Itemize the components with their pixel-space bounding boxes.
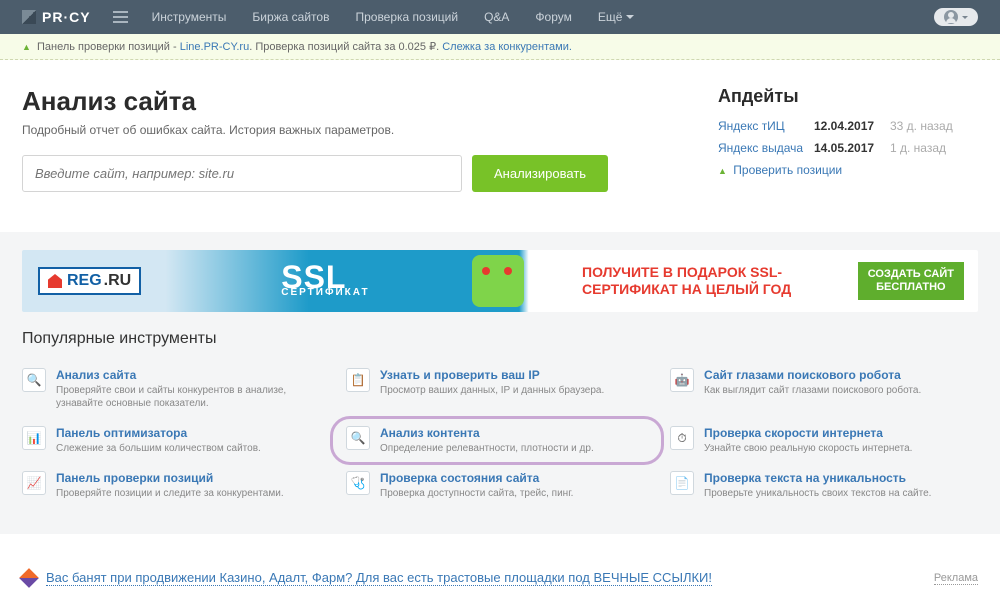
page-subtitle: Подробный отчет об ошибках сайта. Истори… — [22, 123, 678, 137]
tool-desc: Проверяйте позиции и следите за конкурен… — [56, 487, 284, 500]
tool-icon: 📊 — [22, 426, 46, 450]
reg-logo: REG.RU — [38, 267, 141, 295]
update-ago: 33 д. назад — [890, 119, 953, 133]
ssl-text: SSLСЕРТИФИКАТ — [281, 266, 369, 295]
nav-more[interactable]: Ещё — [598, 10, 635, 24]
tool-icon: 📋 — [346, 368, 370, 392]
update-row: Яндекс выдача 14.05.2017 1 д. назад — [718, 141, 978, 155]
tool-icon: 🔍 — [346, 426, 370, 450]
site-input[interactable] — [22, 155, 462, 192]
update-date: 14.05.2017 — [814, 141, 890, 155]
ad-label: Реклама — [934, 572, 978, 585]
tool-desc: Просмотр ваших данных, IP и данных брауз… — [380, 384, 604, 397]
tool-item[interactable]: 📄 Проверка текста на уникальность Проверьт… — [670, 467, 978, 504]
robot-icon — [472, 255, 524, 307]
logo-icon — [22, 10, 36, 24]
tool-desc: Проверка доступности сайта, трейс, пинг. — [380, 487, 573, 500]
tool-item[interactable]: 🩺 Проверка состояния сайта Проверка доступ… — [346, 467, 654, 504]
promo-bar: ▲ Панель проверки позиций - Line.PR-CY.r… — [0, 34, 1000, 60]
tool-icon: 📈 — [22, 471, 46, 495]
ad-icon — [19, 568, 39, 588]
update-ago: 1 д. назад — [890, 141, 946, 155]
tool-icon: 🤖 — [670, 368, 694, 392]
popular-title: Популярные инструменты — [22, 330, 978, 348]
update-name[interactable]: Яндекс выдача — [718, 141, 814, 155]
tool-icon: ⏱ — [670, 426, 694, 450]
tool-desc: Слежение за большим количеством сайтов. — [56, 442, 261, 455]
chevron-down-icon — [626, 15, 634, 19]
tool-desc: Определение релевантности, плотности и д… — [380, 442, 594, 455]
tool-icon: 📄 — [670, 471, 694, 495]
navbar: PR·CY Инструменты Биржа сайтов Проверка … — [0, 0, 1000, 34]
bottom-ad: Вас банят при продвижении Казино, Адалт,… — [22, 570, 978, 586]
tool-title: Панель проверки позиций — [56, 471, 284, 485]
tool-title: Панель оптимизатора — [56, 426, 261, 440]
tool-item[interactable]: 🤖 Сайт глазами поискового робота Как выгля… — [670, 364, 978, 414]
promo-link2[interactable]: Слежка за конкурентами. — [442, 41, 572, 53]
logo[interactable]: PR·CY — [22, 9, 91, 25]
tool-item[interactable]: ⏱ Проверка скорости интернета Узнайте свою… — [670, 422, 978, 459]
tool-item[interactable]: 🔍 Анализ сайта Проверяйте свои и сайты кон… — [22, 364, 330, 414]
menu-icon[interactable] — [113, 11, 128, 23]
tool-item[interactable]: 📋 Узнать и проверить ваш IP Просмотр ваших… — [346, 364, 654, 414]
nav-instruments[interactable]: Инструменты — [152, 10, 227, 24]
create-site-button[interactable]: СОЗДАТЬ САЙТБЕСПЛАТНО — [858, 262, 964, 300]
tool-desc: Как выглядит сайт глазами поискового роб… — [704, 384, 921, 397]
tool-title: Сайт глазами поискового робота — [704, 368, 921, 382]
tool-desc: Проверяйте свои и сайты конкурентов в ан… — [56, 384, 330, 410]
tool-desc: Узнайте свою реальную скорость интернета… — [704, 442, 912, 455]
page-title: Анализ сайта — [22, 86, 678, 117]
tool-desc: Проверьте уникальность своих текстов на … — [704, 487, 931, 500]
tool-item[interactable]: 📊 Панель оптимизатора Слежение за большим … — [22, 422, 330, 459]
user-menu[interactable] — [934, 8, 978, 26]
updates-title: Апдейты — [718, 86, 978, 107]
nav-positions[interactable]: Проверка позиций — [355, 10, 458, 24]
tool-icon: 🔍 — [22, 368, 46, 392]
tool-item[interactable]: 🔍 Анализ контента Определение релевантност… — [346, 422, 654, 459]
tool-title: Проверка скорости интернета — [704, 426, 912, 440]
promo-link[interactable]: Line.PR-CY.ru — [180, 41, 250, 53]
tool-title: Узнать и проверить ваш IP — [380, 368, 604, 382]
tool-title: Анализ сайта — [56, 368, 330, 382]
tool-title: Проверка состояния сайта — [380, 471, 573, 485]
check-positions-link[interactable]: ▲ Проверить позиции — [718, 163, 978, 177]
popular-section: REG.RU SSLСЕРТИФИКАТ ПОЛУЧИТЕ В ПОДАРОК … — [0, 232, 1000, 534]
nav-forum[interactable]: Форум — [535, 10, 571, 24]
tool-title: Анализ контента — [380, 426, 594, 440]
user-icon — [944, 10, 958, 24]
update-row: Яндекс тИЦ 12.04.2017 33 д. назад — [718, 119, 978, 133]
nav-qa[interactable]: Q&A — [484, 10, 509, 24]
update-name[interactable]: Яндекс тИЦ — [718, 119, 814, 133]
banner-text: ПОЛУЧИТЕ В ПОДАРОК SSL-СЕРТИФИКАТ НА ЦЕЛ… — [582, 264, 791, 298]
chevron-down-icon — [962, 16, 968, 19]
ad-banner[interactable]: REG.RU SSLСЕРТИФИКАТ ПОЛУЧИТЕ В ПОДАРОК … — [22, 250, 978, 312]
tool-title: Проверка текста на уникальность — [704, 471, 931, 485]
analyze-button[interactable]: Анализировать — [472, 155, 608, 192]
triangle-icon: ▲ — [22, 42, 31, 52]
ad-link[interactable]: Вас банят при продвижении Казино, Адалт,… — [46, 570, 712, 586]
tool-item[interactable]: 📈 Панель проверки позиций Проверяйте позиц… — [22, 467, 330, 504]
update-date: 12.04.2017 — [814, 119, 890, 133]
nav-exchange[interactable]: Биржа сайтов — [252, 10, 329, 24]
tool-icon: 🩺 — [346, 471, 370, 495]
